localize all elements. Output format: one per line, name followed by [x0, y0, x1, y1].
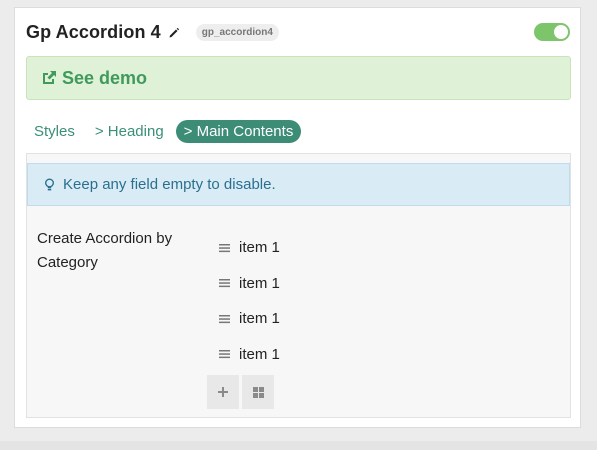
- pencil-icon[interactable]: [168, 26, 180, 38]
- widget-card: Gp Accordion 4 gp_accordion4 See demo St…: [14, 7, 581, 428]
- list-item[interactable]: item 1: [219, 230, 280, 266]
- drag-handle-icon[interactable]: [219, 314, 230, 324]
- list-item[interactable]: item 1: [219, 301, 280, 337]
- item-label: item 1: [239, 239, 280, 257]
- item-label: item 1: [239, 310, 280, 328]
- widget-title: Gp Accordion 4: [26, 21, 161, 42]
- enable-toggle[interactable]: [534, 23, 570, 41]
- external-link-icon: [43, 71, 56, 84]
- grid-view-button[interactable]: [242, 375, 274, 409]
- drag-handle-icon[interactable]: [219, 349, 230, 359]
- item-label: item 1: [239, 345, 280, 363]
- plus-icon: [218, 387, 228, 397]
- item-actions: [207, 375, 277, 409]
- tab-main-contents[interactable]: > Main Contents: [175, 120, 302, 143]
- tab-styles[interactable]: Styles: [26, 120, 83, 143]
- accordion-item-list: item 1 item 1 item 1 item 1: [219, 230, 280, 372]
- next-card-edge: [0, 441, 597, 450]
- tab-heading[interactable]: > Heading: [87, 120, 172, 143]
- add-item-button[interactable]: [207, 375, 239, 409]
- list-item[interactable]: item 1: [219, 337, 280, 373]
- see-demo-label: See demo: [62, 67, 148, 88]
- notice-text: Keep any field empty to disable.: [63, 176, 276, 193]
- toggle-knob: [554, 25, 568, 39]
- main-contents-panel: Keep any field empty to disable. Create …: [26, 153, 571, 418]
- item-label: item 1: [239, 274, 280, 292]
- drag-handle-icon[interactable]: [219, 243, 230, 253]
- tab-bar: Styles > Heading > Main Contents: [26, 119, 305, 144]
- lightbulb-icon: [45, 178, 54, 190]
- info-notice: Keep any field empty to disable.: [27, 163, 570, 206]
- widget-slug-badge: gp_accordion4: [195, 23, 279, 41]
- list-item[interactable]: item 1: [219, 266, 280, 302]
- field-label: Create Accordion by Category: [37, 230, 173, 271]
- drag-handle-icon[interactable]: [219, 278, 230, 288]
- card-header: Gp Accordion 4 gp_accordion4: [26, 20, 570, 44]
- see-demo-link[interactable]: See demo: [26, 56, 571, 100]
- grid-icon: [252, 386, 264, 398]
